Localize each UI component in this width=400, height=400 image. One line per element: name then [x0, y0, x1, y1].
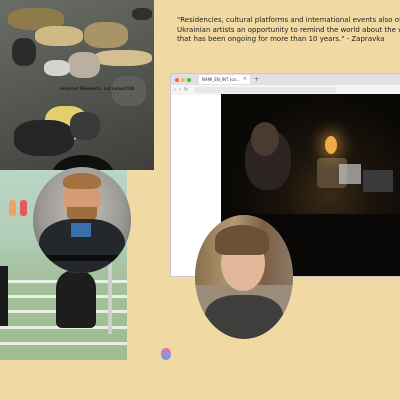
browser-tab-bar: NAMI_EN_INT (co... × +: [171, 74, 400, 85]
reload-icon[interactable]: ↻: [184, 87, 188, 93]
maximize-window-icon[interactable]: [187, 77, 191, 82]
tab-title: NAMI_EN_INT (co...: [202, 77, 240, 82]
overhead-room-photo: [0, 0, 154, 170]
back-arrow-icon[interactable]: ‹: [174, 87, 176, 93]
minimize-window-icon[interactable]: [181, 77, 185, 82]
collage-canvas: "Residencies, cultural platforms and int…: [0, 0, 400, 400]
url-input[interactable]: [194, 87, 338, 93]
tab-close-icon[interactable]: ×: [243, 75, 247, 84]
pink-blue-marker-icon: [161, 348, 171, 360]
browser-tab[interactable]: NAMI_EN_INT (co... ×: [199, 75, 250, 84]
close-window-icon[interactable]: [175, 77, 179, 82]
forward-arrow-icon[interactable]: ›: [179, 87, 181, 93]
page-title: Internet Elements. 1st cohort/UA: [60, 86, 135, 91]
new-tab-button[interactable]: +: [254, 76, 259, 83]
window-controls: [175, 77, 191, 82]
quote-text: "Residencies, cultural platforms and int…: [177, 16, 400, 43]
video-participant-man[interactable]: [33, 167, 131, 273]
video-participant-woman[interactable]: [195, 215, 293, 339]
